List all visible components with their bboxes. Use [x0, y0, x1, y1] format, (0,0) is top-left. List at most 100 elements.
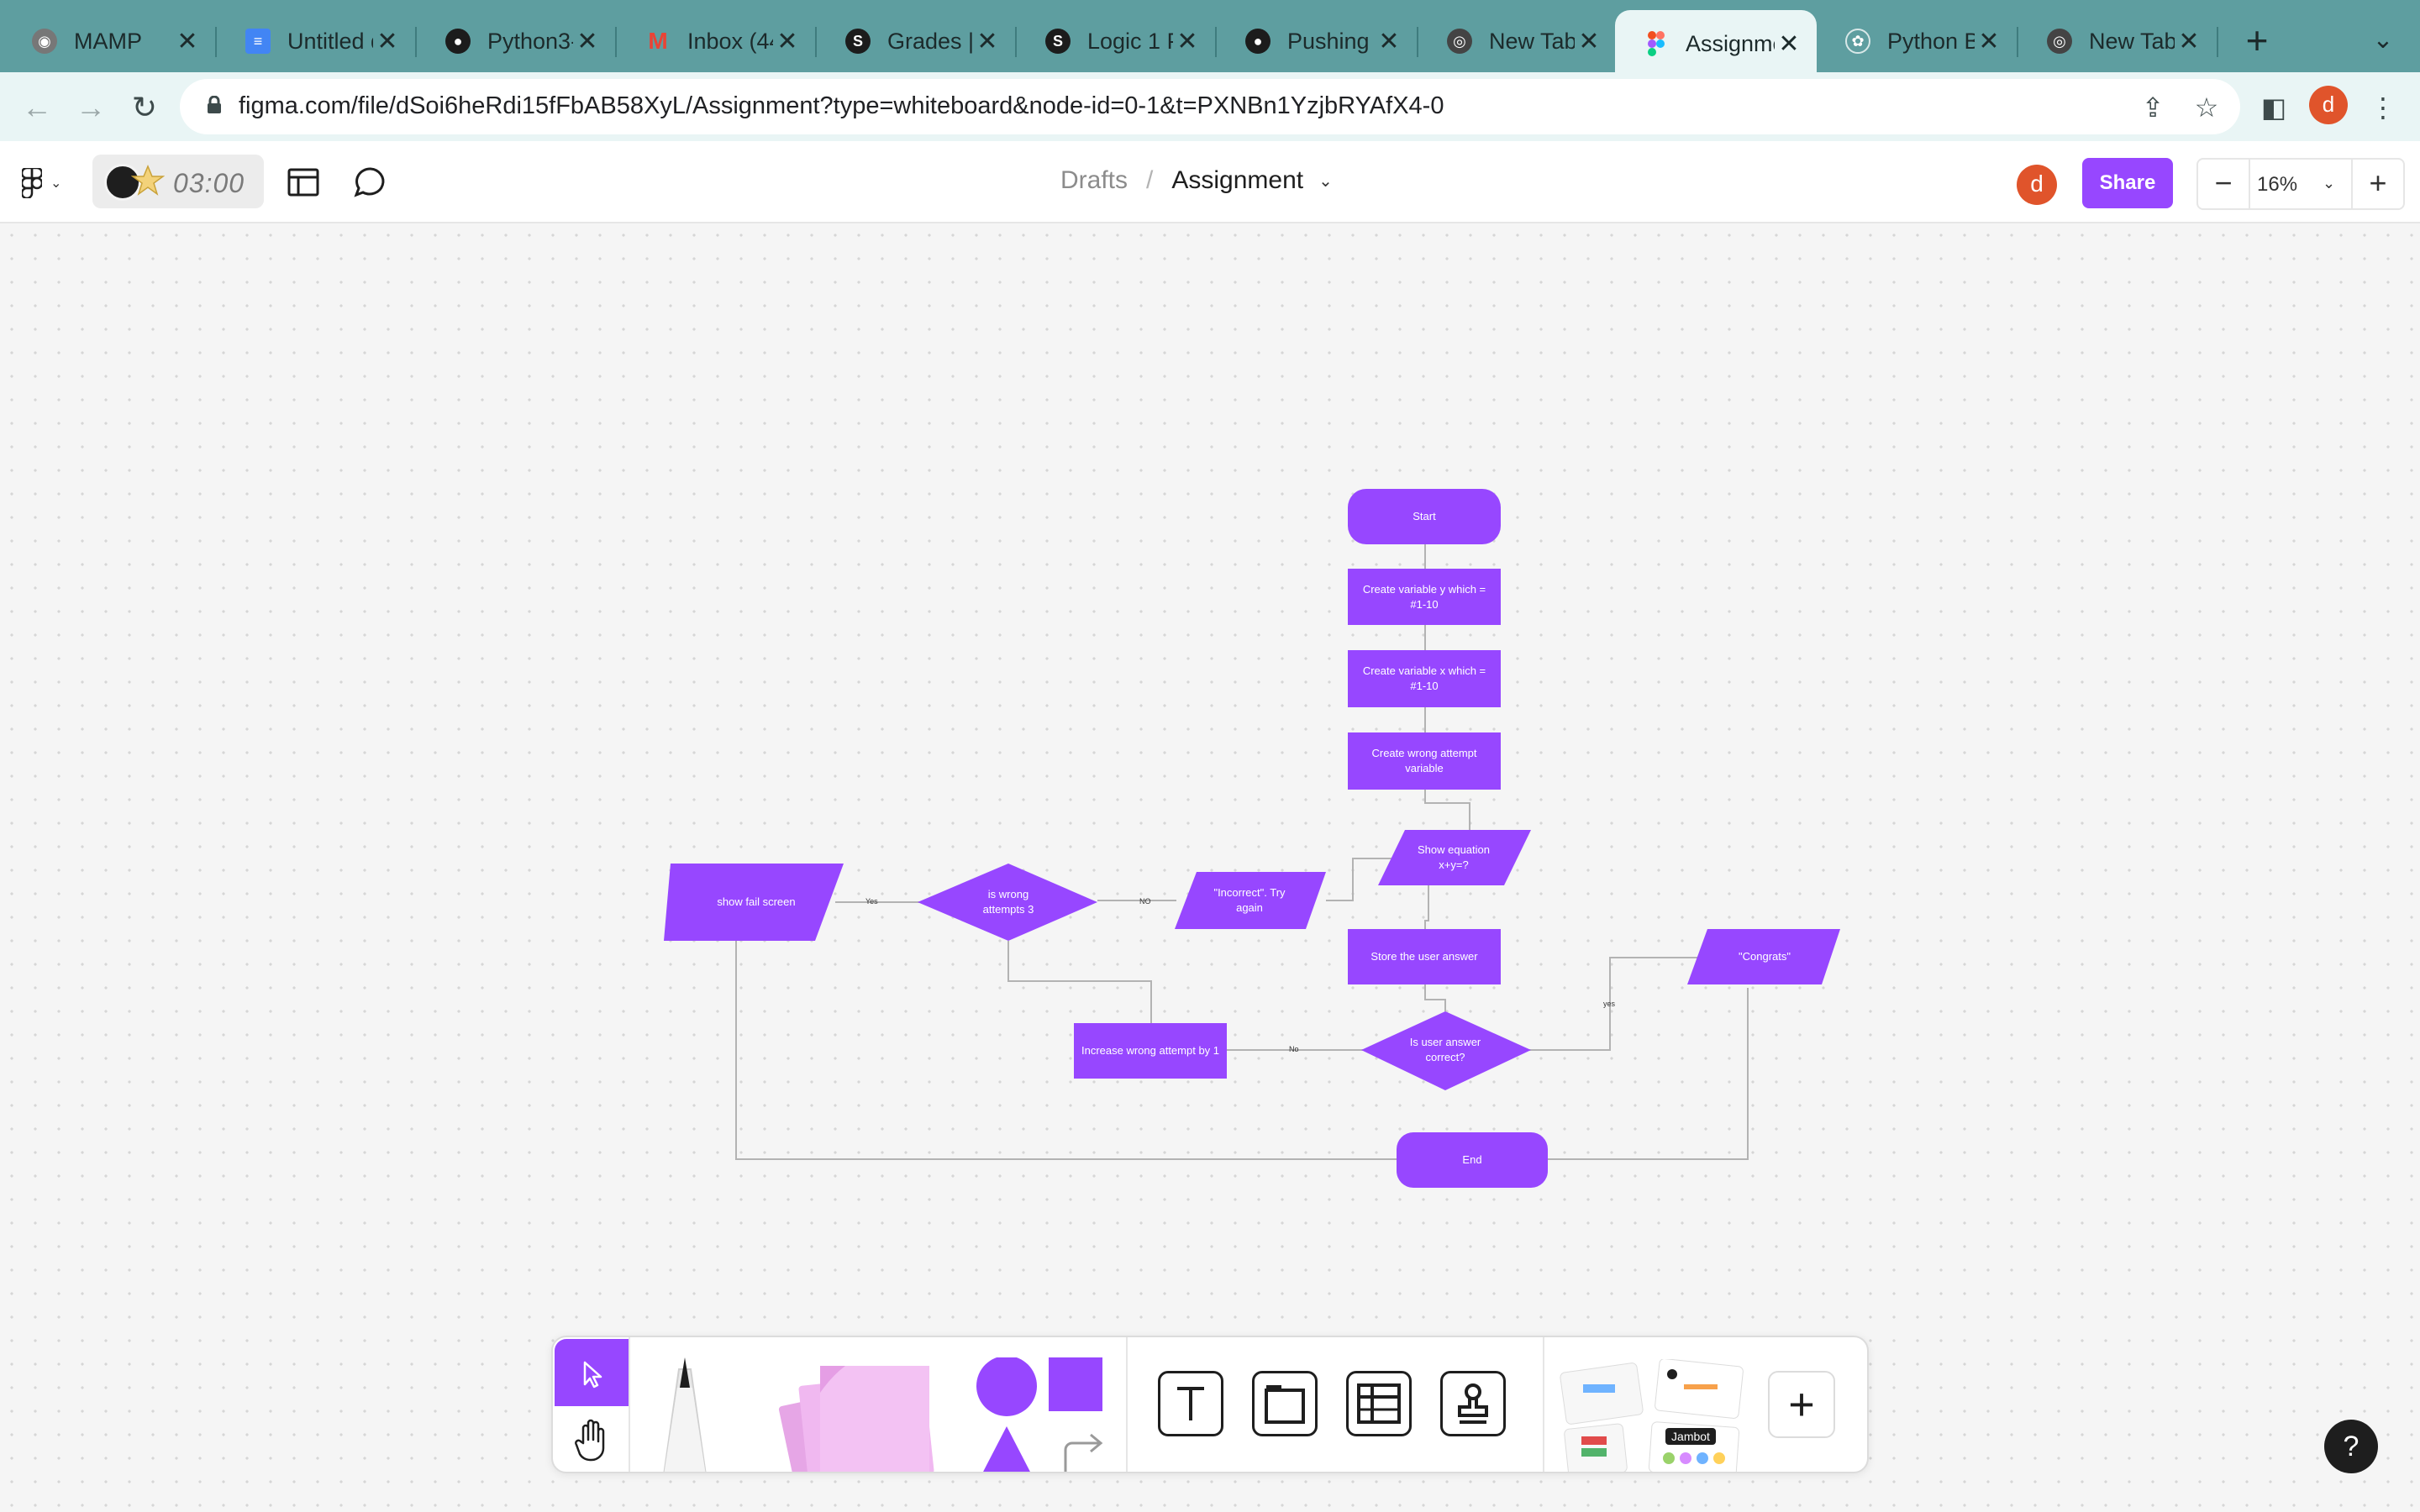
timer-value: 03:00	[173, 168, 245, 198]
text-t-icon	[1177, 1387, 1204, 1420]
move-tool-button[interactable]	[555, 1339, 629, 1406]
tab-title: New Tab	[1489, 28, 1575, 54]
bookmark-star-icon[interactable]: ☆	[2188, 89, 2225, 126]
zoom-out-button[interactable]: −	[2198, 160, 2250, 208]
browser-tab[interactable]: ● Pushing ✕	[1217, 10, 1417, 72]
node-show-equation-label: Show equation x+y=?	[1417, 843, 1490, 871]
divider	[1543, 1337, 1544, 1472]
node-congrats-label: "Congrats"	[1739, 950, 1791, 963]
reload-icon[interactable]: ↻	[123, 86, 166, 129]
triangle-shape-icon	[983, 1426, 1030, 1472]
layout-panel-icon[interactable]	[284, 163, 323, 202]
browser-tab[interactable]: ≡ Untitled d ✕	[217, 10, 415, 72]
edge-label: No	[1289, 1045, 1299, 1053]
openai-icon: ✿	[1845, 29, 1870, 54]
table-tool-button[interactable]	[1346, 1371, 1412, 1436]
tab-title: MAMP	[74, 28, 142, 54]
browser-tab[interactable]: M Inbox (44 ✕	[617, 10, 815, 72]
tab-title: Pushing	[1287, 28, 1370, 54]
figma-icon	[1644, 31, 1669, 56]
side-panel-icon[interactable]: ◧	[2255, 89, 2292, 126]
tab-separator	[2217, 27, 2218, 57]
forward-arrow-icon[interactable]: →	[69, 86, 113, 129]
connector	[1007, 941, 1152, 1023]
close-tab-icon[interactable]: ✕	[2175, 27, 2203, 56]
collaborator-avatar[interactable]: d	[2017, 165, 2057, 205]
timer-widget[interactable]: 03:00	[92, 155, 264, 208]
comment-icon[interactable]	[351, 163, 390, 202]
templates-widgets-button[interactable]: Jambot	[1558, 1359, 1751, 1473]
whiteboard-canvas[interactable]: Start Create variable y which = #1-10 Cr…	[0, 223, 2420, 1512]
bottom-toolbar: Jambot +	[551, 1336, 1869, 1473]
zoom-control: − 16% ⌄ +	[2196, 158, 2405, 210]
close-tab-icon[interactable]: ✕	[1975, 27, 2003, 56]
browser-tab[interactable]: ◉ MAMP ✕	[3, 10, 215, 72]
browser-tab[interactable]: ◎ New Tab ✕	[1418, 10, 1617, 72]
sticky-note-tool[interactable]	[761, 1359, 946, 1473]
chrome-icon: ◎	[2047, 29, 2072, 54]
browser-tab[interactable]: ◎ New Tab ✕	[2018, 10, 2217, 72]
close-tab-icon[interactable]: ✕	[1575, 27, 1603, 56]
node-create-x-label: Create variable x which = #1-10	[1362, 664, 1486, 692]
node-incorrect-label: "Incorrect". Try again	[1213, 886, 1286, 914]
flowchart-diagram	[664, 489, 1840, 1188]
node-wrong-attempts-label: is wrong attempts 3	[982, 888, 1034, 916]
browser-tab[interactable]: S Logic 1 P ✕	[1017, 10, 1215, 72]
help-button[interactable]: ?	[2324, 1420, 2378, 1473]
browser-tab[interactable]: ✿ Python B ✕	[1817, 10, 2017, 72]
close-tab-icon[interactable]: ✕	[973, 27, 1002, 56]
marker-pen-tool[interactable]	[645, 1354, 729, 1473]
tab-search-chevron-icon[interactable]: ⌄	[2361, 18, 2405, 62]
close-tab-icon[interactable]: ✕	[1173, 27, 1202, 56]
section-tool-button[interactable]	[1252, 1371, 1318, 1436]
browser-tab[interactable]: S Grades | ✕	[817, 10, 1015, 72]
google-docs-icon: ≡	[245, 29, 271, 54]
chevron-down-icon: ⌄	[50, 176, 62, 191]
file-name[interactable]: Assignment	[1171, 166, 1303, 195]
back-arrow-icon[interactable]: ←	[15, 86, 59, 129]
circle-shape-icon	[976, 1357, 1037, 1416]
node-start-label: Start	[1413, 510, 1436, 523]
close-tab-icon[interactable]: ✕	[1375, 27, 1403, 56]
close-tab-icon[interactable]: ✕	[1775, 29, 1803, 59]
edge-label: yes	[1603, 1000, 1616, 1008]
shapes-tool[interactable]	[973, 1357, 1116, 1473]
close-tab-icon[interactable]: ✕	[373, 27, 402, 56]
close-tab-icon[interactable]: ✕	[773, 27, 802, 56]
zoom-level[interactable]: 16%	[2257, 173, 2297, 197]
breadcrumb-drafts[interactable]: Drafts	[1060, 166, 1128, 195]
node-end-label: End	[1462, 1153, 1482, 1167]
close-tab-icon[interactable]: ✕	[173, 27, 202, 56]
mamp-icon: ◉	[32, 29, 57, 54]
share-page-icon[interactable]: ⇪	[2134, 89, 2171, 126]
more-tools-plus-button[interactable]: +	[1768, 1371, 1835, 1438]
chrome-icon: ◎	[1447, 29, 1472, 54]
figma-main-menu-button[interactable]: ⌄	[22, 165, 72, 202]
browser-tab-active[interactable]: Assignme ✕	[1615, 10, 1817, 77]
browser-tab-strip: ◉ MAMP ✕ ≡ Untitled d ✕ ● Python3- ✕ M I…	[0, 0, 2420, 77]
share-button[interactable]: Share	[2082, 158, 2173, 208]
url-text[interactable]: figma.com/file/dSoi6heRdi15fFbAB58XyL/As…	[239, 92, 1444, 120]
zoom-in-button[interactable]: +	[2351, 160, 2403, 208]
connector	[1424, 790, 1470, 830]
hand-tool-button[interactable]	[555, 1406, 629, 1472]
browser-tab[interactable]: ● Python3- ✕	[417, 10, 615, 72]
divider	[1126, 1337, 1128, 1472]
new-tab-button[interactable]: +	[2235, 18, 2279, 62]
hand-icon	[575, 1419, 605, 1462]
connector	[1529, 957, 1719, 1051]
stamp-tool-button[interactable]	[1440, 1371, 1506, 1436]
close-tab-icon[interactable]: ✕	[573, 27, 602, 56]
address-bar[interactable]: figma.com/file/dSoi6heRdi15fFbAB58XyL/As…	[180, 79, 2240, 134]
node-increase-wrong-label: Increase wrong attempt by 1	[1081, 1044, 1220, 1058]
profile-avatar[interactable]: d	[2309, 86, 2348, 124]
chevron-down-icon[interactable]: ⌄	[1318, 171, 1333, 192]
table-icon	[1357, 1383, 1401, 1424]
text-tool-button[interactable]	[1158, 1371, 1223, 1436]
kebab-menu-icon[interactable]: ⋮	[2365, 89, 2402, 126]
section-frame-icon	[1265, 1385, 1305, 1424]
github-icon: ●	[445, 29, 471, 54]
connector	[1548, 988, 1749, 1160]
gmail-icon: M	[648, 28, 668, 54]
chevron-down-icon[interactable]: ⌄	[2323, 175, 2335, 192]
